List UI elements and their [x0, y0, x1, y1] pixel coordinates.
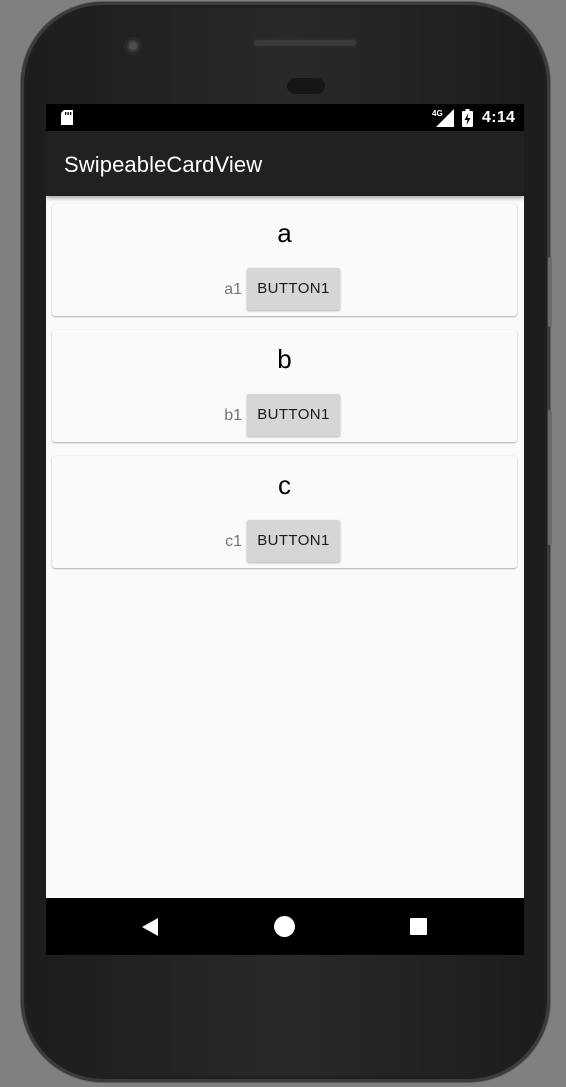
battery-charging-icon: [462, 109, 473, 127]
sd-card-icon: [61, 110, 73, 125]
app-toolbar: SwipeableCardView: [46, 131, 524, 196]
card-button[interactable]: BUTTON1: [247, 520, 340, 562]
network-type-label: 4G: [432, 109, 443, 118]
card-subtitle: a1: [224, 281, 242, 298]
earpiece-speaker: [252, 38, 358, 48]
app-title: SwipeableCardView: [64, 152, 263, 177]
home-icon[interactable]: [274, 916, 295, 937]
back-icon[interactable]: [140, 917, 160, 937]
card-list[interactable]: a a1 BUTTON1 b b1 BUTTON1 c c1 BUTTON1: [46, 196, 524, 898]
card-item[interactable]: c c1 BUTTON1: [52, 456, 517, 568]
card-item[interactable]: b b1 BUTTON1: [52, 330, 517, 442]
proximity-sensor: [287, 78, 325, 94]
navigation-bar: [46, 898, 524, 955]
device-screen: 4G 4:14 SwipeableCardView a a1 BUTTON1 b…: [46, 104, 524, 955]
card-subtitle: c1: [225, 533, 242, 550]
power-button: [548, 257, 552, 327]
front-camera: [124, 37, 142, 55]
card-title: a: [277, 218, 292, 248]
card-subtitle: b1: [224, 407, 242, 424]
signal-icon: 4G: [432, 109, 454, 127]
volume-button: [548, 410, 552, 545]
card-button[interactable]: BUTTON1: [247, 268, 340, 310]
status-clock: 4:14: [482, 109, 516, 126]
recent-apps-icon[interactable]: [410, 918, 427, 935]
card-title: c: [278, 470, 291, 500]
card-title: b: [277, 344, 292, 374]
card-button[interactable]: BUTTON1: [247, 394, 340, 436]
status-bar: 4G 4:14: [46, 104, 524, 131]
card-item[interactable]: a a1 BUTTON1: [52, 204, 517, 316]
